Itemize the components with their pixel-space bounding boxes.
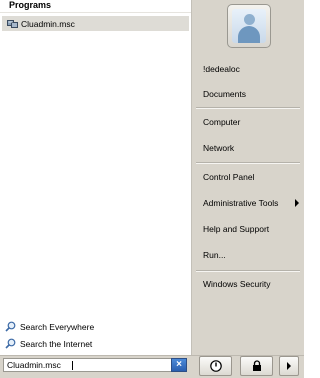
program-item-label: Cluadmin.msc	[21, 18, 75, 29]
header-divider	[0, 12, 191, 13]
menu-item-user-folder[interactable]: !dedealoc	[203, 64, 240, 74]
separator	[196, 270, 300, 272]
separator	[196, 162, 300, 164]
text-caret	[72, 361, 73, 370]
user-avatar[interactable]	[227, 4, 271, 48]
lock-icon	[241, 360, 272, 375]
menu-item-administrative-tools[interactable]: Administrative Tools	[203, 198, 278, 208]
menu-item-run[interactable]: Run...	[203, 250, 226, 260]
program-item-cluadmin[interactable]: Cluadmin.msc	[2, 16, 189, 31]
clear-search-button[interactable]: ×	[171, 358, 187, 372]
search-everywhere-label: Search Everywhere	[20, 321, 95, 332]
menu-item-computer[interactable]: Computer	[203, 117, 240, 127]
start-search-input[interactable]: Cluadmin.msc	[3, 358, 187, 372]
power-button[interactable]	[199, 356, 232, 376]
search-everywhere-link[interactable]: Search Everywhere	[5, 321, 94, 332]
menu-item-windows-security[interactable]: Windows Security	[203, 279, 271, 289]
more-options-button[interactable]	[279, 356, 299, 376]
menu-item-network[interactable]: Network	[203, 143, 234, 153]
arrow-right-icon	[280, 360, 298, 375]
search-icon	[5, 338, 16, 349]
submenu-arrow-icon	[295, 199, 299, 207]
search-internet-label: Search the Internet	[20, 338, 93, 349]
lock-button[interactable]	[240, 356, 273, 376]
search-input-value: Cluadmin.msc	[7, 360, 61, 370]
search-internet-link[interactable]: Search the Internet	[5, 338, 92, 349]
power-icon	[200, 360, 231, 375]
menu-item-documents[interactable]: Documents	[203, 89, 246, 99]
menu-item-control-panel[interactable]: Control Panel	[203, 172, 255, 182]
programs-panel: Programs Cluadmin.msc Search Everywhere	[0, 0, 191, 355]
search-icon	[5, 321, 16, 332]
separator	[196, 107, 300, 109]
user-icon	[232, 9, 266, 43]
menu-item-help-support[interactable]: Help and Support	[203, 224, 269, 234]
cluster-admin-icon	[7, 18, 18, 29]
programs-header: Programs	[9, 0, 52, 10]
